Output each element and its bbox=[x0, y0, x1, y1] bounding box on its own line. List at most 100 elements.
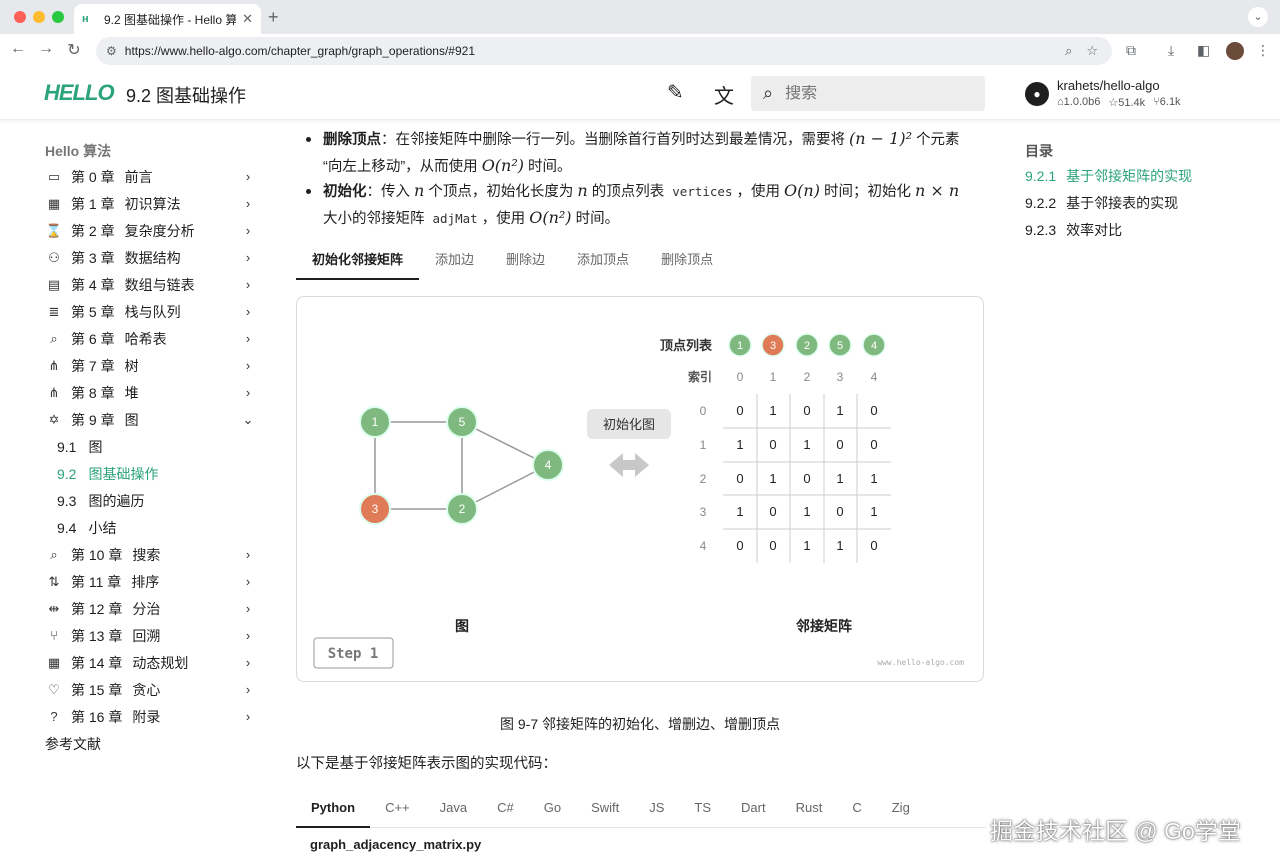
minimize-window-button[interactable] bbox=[33, 11, 45, 23]
sidebar-item-text: 第 6 章哈希表 bbox=[71, 329, 241, 349]
chevron-right-icon[interactable]: › bbox=[241, 277, 255, 292]
zoom-icon[interactable]: ⌕ bbox=[1065, 43, 1072, 59]
sidebar-item-chapter[interactable]: ≣ 第 5 章栈与队列 › bbox=[45, 298, 255, 325]
chevron-right-icon[interactable]: › bbox=[241, 547, 255, 562]
chapter-icon: ♡ bbox=[48, 681, 60, 697]
tab-search-icon[interactable]: ⌄ bbox=[1248, 7, 1268, 27]
figure-tab[interactable]: 添加顶点 bbox=[561, 244, 645, 280]
close-window-button[interactable] bbox=[14, 11, 26, 23]
maximize-window-button[interactable] bbox=[52, 11, 64, 23]
bullet-text: 时间。 bbox=[524, 159, 572, 175]
vertex-list-node-label: 3 bbox=[770, 340, 776, 352]
chevron-right-icon[interactable]: › bbox=[241, 223, 255, 238]
repo-link[interactable]: krahets/hello-algo bbox=[1057, 78, 1160, 93]
chevron-right-icon[interactable]: › bbox=[241, 655, 255, 670]
chevron-right-icon[interactable]: › bbox=[241, 331, 255, 346]
site-info-icon[interactable]: ⚙ bbox=[106, 44, 117, 58]
sidebar-item-chapter[interactable]: ♡ 第 15 章贪心 › bbox=[45, 676, 255, 703]
figure-caption: 图 9-7 邻接矩阵的初始化、增删边、增删顶点 bbox=[499, 716, 780, 732]
sidebar-item-chapter[interactable]: ⌛ 第 2 章复杂度分析 › bbox=[45, 217, 255, 244]
url-text: https://www.hello-algo.com/chapter_graph… bbox=[124, 44, 475, 58]
sidebar-subitem[interactable]: 9.1 图 bbox=[45, 433, 255, 460]
chevron-right-icon[interactable]: › bbox=[241, 682, 255, 697]
address-bar[interactable]: ⚙ https://www.hello-algo.com/chapter_gra… bbox=[96, 37, 1112, 65]
chevron-down-icon[interactable]: ⌄ bbox=[241, 412, 255, 428]
download-icon[interactable]: ⤓ bbox=[1168, 42, 1174, 59]
row-index: 2 bbox=[700, 472, 707, 486]
extensions-icon[interactable]: ⧉ bbox=[1126, 42, 1136, 59]
sidebar-subitem[interactable]: 9.3 图的遍历 bbox=[45, 487, 255, 514]
list-item: 初始化：传入 n 个顶点，初始化长度为 n 的顶点列表 vertices ，使用 … bbox=[306, 178, 976, 232]
forward-button[interactable]: → bbox=[36, 40, 56, 58]
new-tab-button[interactable]: + bbox=[268, 7, 279, 28]
chevron-right-icon[interactable]: › bbox=[241, 601, 255, 616]
tab-close-icon[interactable]: ✕ bbox=[242, 11, 253, 27]
code-language-tab[interactable]: Dart bbox=[726, 792, 781, 828]
chevron-right-icon[interactable]: › bbox=[241, 628, 255, 643]
sidebar-item-chapter[interactable]: ⇹ 第 12 章分治 › bbox=[45, 595, 255, 622]
chevron-right-icon[interactable]: › bbox=[241, 709, 255, 724]
figure-tab[interactable]: 添加边 bbox=[419, 244, 490, 280]
sidebar-item-chapter[interactable]: ? 第 16 章附录 › bbox=[45, 703, 255, 730]
matrix-cell: 1 bbox=[736, 437, 743, 452]
sidebar-item-chapter[interactable]: ⌕ 第 10 章搜索 › bbox=[45, 541, 255, 568]
code-language-tab[interactable]: Swift bbox=[576, 792, 634, 828]
figure-tab[interactable]: 删除顶点 bbox=[645, 244, 729, 280]
chevron-right-icon[interactable]: › bbox=[241, 385, 255, 400]
profile-avatar[interactable] bbox=[1226, 42, 1244, 60]
sidebar-item-chapter[interactable]: ⚇ 第 3 章数据结构 › bbox=[45, 244, 255, 271]
code-language-tab[interactable]: Go bbox=[529, 792, 576, 828]
chevron-right-icon[interactable]: › bbox=[241, 169, 255, 184]
browser-tab[interactable]: ʜ 9.2 图基础操作 - Hello 算法 ✕ bbox=[74, 4, 261, 34]
search-input[interactable] bbox=[785, 84, 966, 103]
code-language-tab[interactable]: Python bbox=[296, 792, 371, 828]
figure-tab[interactable]: 删除边 bbox=[490, 244, 561, 280]
sidebar-item-chapter[interactable]: ▦ 第 1 章初识算法 › bbox=[45, 190, 255, 217]
github-icon[interactable]: ● bbox=[1025, 82, 1049, 106]
code-language-tab[interactable]: Rust bbox=[781, 792, 838, 828]
chevron-right-icon[interactable]: › bbox=[241, 574, 255, 589]
theme-toggle-icon[interactable]: ✎ bbox=[667, 80, 684, 105]
toc-item[interactable]: 9.2.2 基于邻接表的实现 bbox=[1025, 190, 1245, 217]
sidebar-item-chapter[interactable]: ✡ 第 9 章图 ⌄ bbox=[45, 406, 255, 433]
code-language-tab[interactable]: Java bbox=[425, 792, 482, 828]
chevron-right-icon[interactable]: › bbox=[241, 196, 255, 211]
back-button[interactable]: ← bbox=[8, 40, 28, 58]
toc-item[interactable]: 9.2.1 基于邻接矩阵的实现 bbox=[1025, 163, 1245, 190]
code-language-tab[interactable]: C++ bbox=[370, 792, 425, 828]
translate-icon[interactable]: 文 bbox=[714, 80, 734, 109]
sidebar-item-chapter[interactable]: ▭ 第 0 章前言 › bbox=[45, 163, 255, 190]
sidebar-item-references[interactable]: 参考文献 bbox=[45, 730, 255, 757]
sidebar-item-chapter[interactable]: ⇅ 第 11 章排序 › bbox=[45, 568, 255, 595]
sidebar-item-chapter[interactable]: ⋔ 第 7 章树 › bbox=[45, 352, 255, 379]
code-language-tab[interactable]: C bbox=[837, 792, 876, 828]
toc-item-number: 9.2.1 bbox=[1025, 168, 1057, 184]
chevron-right-icon[interactable]: › bbox=[241, 250, 255, 265]
sidepanel-icon[interactable]: ◧ bbox=[1197, 42, 1210, 59]
chevron-right-icon[interactable]: › bbox=[241, 358, 255, 373]
sidebar-item-chapter[interactable]: ▦ 第 14 章动态规划 › bbox=[45, 649, 255, 676]
figure-tab[interactable]: 初始化邻接矩阵 bbox=[296, 244, 420, 280]
sidebar-subitem[interactable]: 9.4 小结 bbox=[45, 514, 255, 541]
site-logo[interactable]: HELLO bbox=[44, 80, 115, 106]
tab-title: 9.2 图基础操作 - Hello 算法 bbox=[104, 12, 237, 27]
sidebar-item-label: 第 13 章 bbox=[71, 627, 123, 644]
browser-menu-icon[interactable]: ⋮ bbox=[1256, 42, 1270, 59]
code-language-tab[interactable]: Zig bbox=[877, 792, 925, 828]
chapter-icon: ⋔ bbox=[48, 384, 60, 400]
sidebar-subitem[interactable]: 9.2 图基础操作 bbox=[45, 460, 255, 487]
sidebar-item-chapter[interactable]: ⋔ 第 8 章堆 › bbox=[45, 379, 255, 406]
search-box[interactable]: ⌕ bbox=[751, 76, 985, 111]
double-arrow-icon bbox=[609, 453, 649, 477]
sidebar-item-chapter[interactable]: ⌕ 第 6 章哈希表 › bbox=[45, 325, 255, 352]
chevron-right-icon[interactable]: › bbox=[241, 304, 255, 319]
site-watermark: www.hello-algo.com bbox=[877, 658, 964, 667]
sidebar-item-chapter[interactable]: ⑂ 第 13 章回溯 › bbox=[45, 622, 255, 649]
sidebar-item-chapter[interactable]: ▤ 第 4 章数组与链表 › bbox=[45, 271, 255, 298]
code-language-tab[interactable]: JS bbox=[634, 792, 679, 828]
code-language-tab[interactable]: C# bbox=[482, 792, 529, 828]
bookmark-star-icon[interactable]: ☆ bbox=[1086, 43, 1098, 59]
code-language-tab[interactable]: TS bbox=[679, 792, 726, 828]
reload-button[interactable]: ↻ bbox=[64, 40, 84, 60]
toc-item[interactable]: 9.2.3 效率对比 bbox=[1025, 217, 1245, 244]
